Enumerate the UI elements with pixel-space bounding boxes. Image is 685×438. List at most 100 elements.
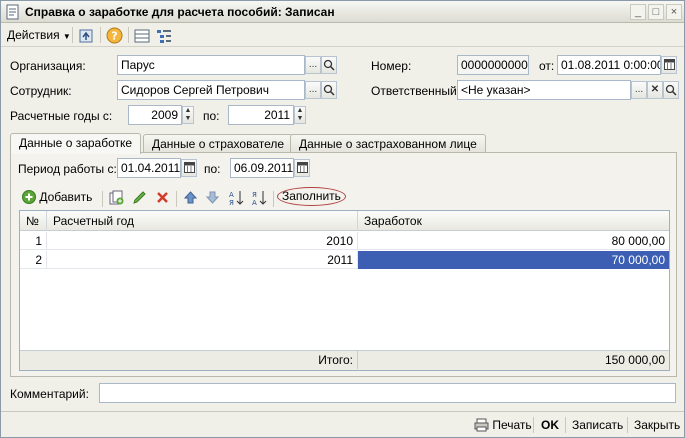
- add-row-button[interactable]: Добавить: [22, 188, 92, 206]
- number-field[interactable]: 00000000002: [457, 55, 529, 75]
- ok-button[interactable]: OK: [541, 417, 559, 433]
- period-label: Период работы с:: [18, 162, 117, 176]
- org-select-button[interactable]: ...: [305, 56, 321, 74]
- print-label: Печать: [492, 418, 532, 432]
- comment-field[interactable]: [99, 383, 676, 403]
- column-header-year[interactable]: Расчетный год: [47, 211, 358, 231]
- responsible-field[interactable]: <Не указан>: [457, 80, 631, 100]
- date-calendar-button[interactable]: [661, 56, 677, 74]
- toolbar-separator: [102, 191, 103, 207]
- title-bar: Справка о заработке для расчета пособий:…: [1, 1, 684, 23]
- total-value: 150 000,00: [604, 353, 665, 367]
- responsible-label: Ответственный:: [371, 84, 461, 98]
- maximize-button[interactable]: □: [648, 4, 664, 20]
- responsible-open-button[interactable]: [663, 81, 679, 99]
- footer-separator: [627, 417, 628, 433]
- responsible-select-button[interactable]: ...: [631, 81, 647, 99]
- tab-insurer[interactable]: Данные о страхователе: [143, 134, 294, 154]
- print-button[interactable]: Печать: [474, 417, 532, 433]
- period-from-field[interactable]: 01.04.2011: [117, 158, 181, 178]
- date-field[interactable]: 01.08.2011 0:00:00: [557, 55, 661, 75]
- employee-select-button[interactable]: ...: [305, 81, 321, 99]
- calendar-icon: [183, 162, 195, 173]
- magnifier-icon: [323, 84, 335, 96]
- employee-label: Сотрудник:: [10, 84, 72, 98]
- toolbar-separator: [100, 27, 101, 43]
- tab-earnings[interactable]: Данные о заработке: [10, 133, 142, 154]
- minimize-button[interactable]: _: [630, 4, 646, 20]
- sort-ascending-icon[interactable]: A Я: [228, 189, 245, 206]
- row-year[interactable]: 2010: [47, 232, 358, 250]
- edit-pencil-icon[interactable]: [132, 190, 147, 205]
- row-earnings[interactable]: 80 000,00: [358, 232, 669, 250]
- close-window-button[interactable]: ×: [666, 4, 682, 20]
- footer-bar: Печать OK Записать Закрыть: [1, 411, 684, 437]
- move-up-icon[interactable]: [183, 190, 198, 205]
- toolbar-separator: [176, 191, 177, 207]
- employee-field[interactable]: Сидоров Сергей Петрович: [117, 80, 305, 100]
- footer-separator: [533, 417, 534, 433]
- table-footer: Итого: 150 000,00: [20, 350, 669, 370]
- years-label: Расчетные годы с:: [10, 109, 113, 123]
- sort-descending-icon[interactable]: Я A: [251, 189, 268, 206]
- window-title: Справка о заработке для расчета пособий:…: [25, 5, 335, 19]
- chevron-down-icon: ▼: [62, 32, 71, 41]
- table-header: № Расчетный год Заработок: [20, 211, 669, 231]
- number-label: Номер:: [371, 59, 412, 73]
- document-icon: [6, 4, 19, 20]
- copy-row-icon[interactable]: [109, 190, 124, 205]
- earnings-table: № Расчетный год Заработок 1 2010 80 000,…: [19, 210, 670, 371]
- add-row-label: Добавить: [39, 190, 93, 204]
- total-label: Итого:: [47, 351, 358, 369]
- go-up-icon[interactable]: [78, 28, 94, 44]
- printer-icon: [474, 418, 489, 432]
- org-field[interactable]: Парус: [117, 55, 305, 75]
- date-label: от:: [539, 59, 555, 73]
- footer-separator: [565, 417, 566, 433]
- years-to-label: по:: [203, 109, 220, 123]
- toolbar-separator: [72, 27, 73, 43]
- year-to-field[interactable]: 2011: [228, 105, 294, 125]
- structure-icon[interactable]: [156, 28, 172, 44]
- move-down-icon[interactable]: [205, 190, 220, 205]
- period-to-field[interactable]: 06.09.2011: [230, 158, 294, 178]
- svg-text:A: A: [229, 191, 234, 199]
- row-number: 1: [20, 232, 47, 250]
- magnifier-icon: [665, 84, 677, 96]
- period-to-calendar-button[interactable]: [294, 159, 310, 177]
- document-window: Справка о заработке для расчета пособий:…: [0, 0, 685, 438]
- fill-button[interactable]: Заполнить: [277, 187, 346, 206]
- column-header-number[interactable]: №: [20, 211, 47, 231]
- table-row[interactable]: 1 2010 80 000,00: [20, 232, 669, 250]
- help-icon[interactable]: ?: [106, 27, 123, 44]
- period-to-label: по:: [204, 162, 221, 176]
- year-from-field[interactable]: 2009: [128, 105, 182, 125]
- main-toolbar: Действия ▼ ?: [1, 23, 684, 47]
- save-button[interactable]: Записать: [572, 417, 623, 433]
- clear-icon[interactable]: ✕: [647, 81, 663, 99]
- row-number: 2: [20, 251, 47, 269]
- add-icon: [22, 190, 36, 204]
- row-year[interactable]: 2011: [47, 251, 358, 269]
- toolbar-separator: [128, 27, 129, 43]
- employee-open-button[interactable]: [321, 81, 337, 99]
- toolbar-separator: [273, 191, 274, 207]
- column-header-earnings[interactable]: Заработок: [358, 211, 669, 231]
- close-button[interactable]: Закрыть: [634, 417, 680, 433]
- svg-text:Я: Я: [229, 199, 234, 206]
- period-from-calendar-button[interactable]: [181, 159, 197, 177]
- delete-icon[interactable]: [155, 190, 170, 205]
- fill-label: Заполнить: [282, 189, 341, 203]
- year-to-spin-button[interactable]: ▲ ▼: [294, 106, 306, 124]
- calendar-icon: [663, 59, 675, 70]
- row-earnings-selected[interactable]: 70 000,00: [358, 251, 669, 269]
- calendar-icon: [296, 162, 308, 173]
- list-view-icon[interactable]: [134, 28, 150, 44]
- table-row[interactable]: 2 2011 70 000,00: [20, 251, 669, 269]
- org-open-button[interactable]: [321, 56, 337, 74]
- actions-menu[interactable]: Действия ▼: [7, 26, 71, 44]
- tab-insured-person[interactable]: Данные о застрахованном лице: [290, 134, 486, 154]
- year-from-spin-button[interactable]: ▲ ▼: [182, 106, 194, 124]
- svg-text:Я: Я: [252, 191, 257, 199]
- svg-text:A: A: [252, 199, 257, 206]
